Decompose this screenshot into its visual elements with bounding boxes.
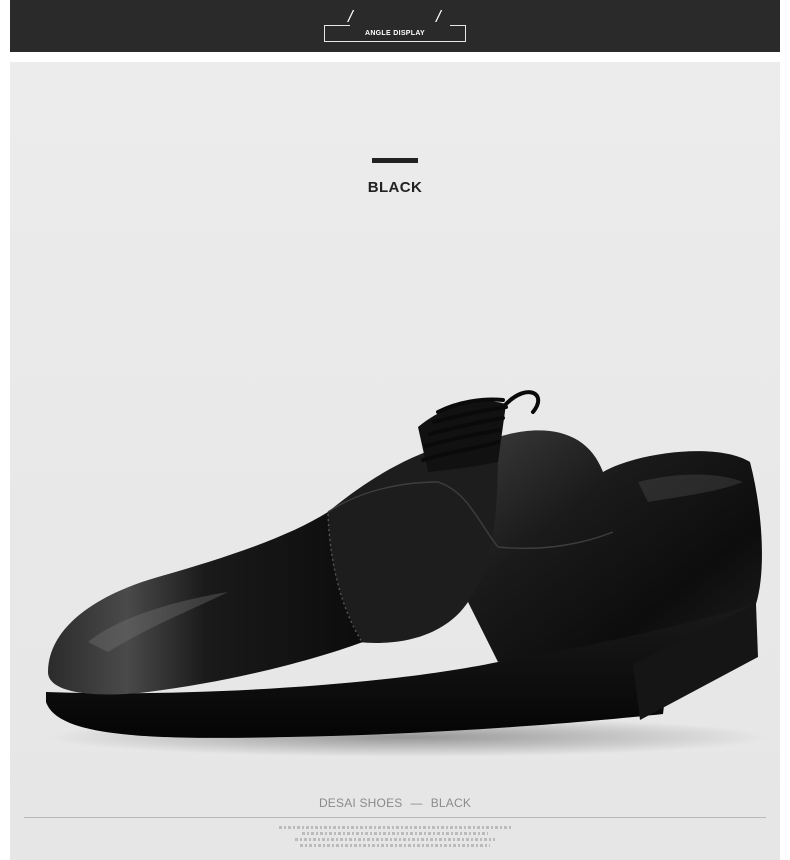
banner-label-frame: ANGLE DISPLAY (324, 26, 466, 42)
fine-print-block (10, 826, 780, 850)
fine-print-line (300, 844, 490, 847)
banner-slash-right: / (436, 7, 441, 26)
product-caption: DESAI SHOES — BLACK (10, 796, 780, 810)
color-accent-bar (372, 158, 418, 163)
product-panel: BLACK DESAI SHOES — BLACK (10, 62, 780, 860)
lace-loop (504, 390, 541, 414)
color-title: BLACK (367, 179, 423, 196)
caption-divider (24, 817, 766, 818)
banner-slash-left: / (348, 7, 353, 26)
caption-dash: — (410, 796, 423, 810)
angle-display-banner: / / ANGLE DISPLAY (10, 0, 780, 52)
fine-print-line (295, 838, 495, 841)
fine-print-line (302, 832, 488, 835)
shoe-image (46, 390, 768, 757)
shoe-toe-cap (48, 512, 363, 695)
caption-color: BLACK (430, 796, 472, 810)
caption-brand: DESAI SHOES (318, 796, 403, 810)
banner-title: ANGLE DISPLAY (364, 30, 426, 37)
fine-print-line (279, 826, 511, 829)
shoe-vamp (324, 437, 498, 643)
